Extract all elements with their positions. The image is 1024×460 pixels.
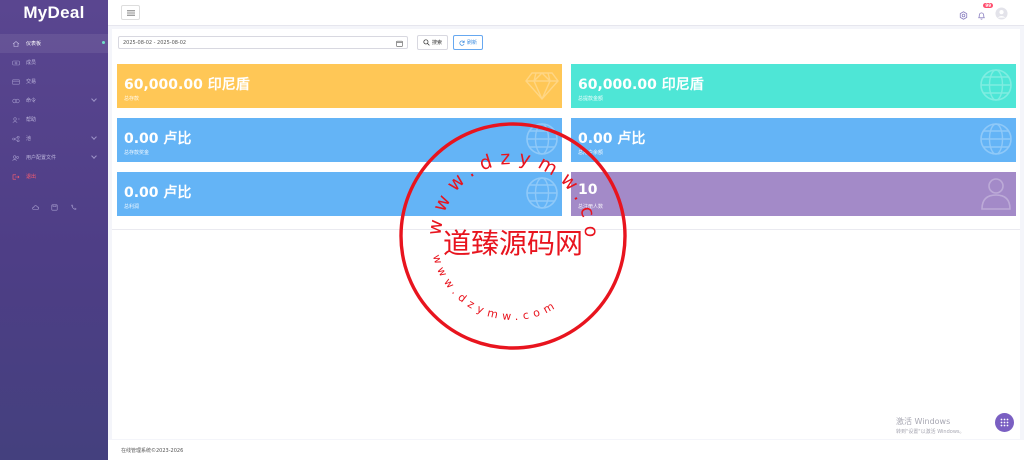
sidebar-item-label: 交易 [26, 79, 37, 85]
refresh-button[interactable]: 刷新 [453, 35, 484, 50]
floating-grid-button[interactable] [995, 413, 1014, 432]
globe-icon [980, 69, 1012, 101]
sidebar: MyDeal 仪表板 成员 交易 命令 帮助 池 用户配置文件 退出 [0, 0, 108, 460]
watermark-title: 激活 Windows [896, 417, 951, 426]
stat-label: 总存款奖金 [124, 150, 150, 156]
notification-badge: 99 [983, 3, 993, 8]
user-avatar-icon [995, 7, 1008, 20]
home-icon [12, 40, 20, 47]
sidebar-item-dashboard[interactable]: 仪表板 [0, 34, 108, 53]
sidebar-item-label: 命令 [26, 98, 37, 104]
user-icon [981, 178, 1011, 210]
settings-button[interactable] [959, 5, 968, 24]
stat-label: 总提款金额 [578, 96, 604, 102]
stat-card-total-deposit: 60,000.00 印尼盾 总存款 [117, 64, 562, 108]
stat-label: 总存款 [124, 96, 140, 102]
stat-card-user-balance: 0.00 卢比 总用户余额 [571, 118, 1016, 162]
bell-icon [978, 12, 985, 20]
layers-icon [12, 98, 20, 103]
chevron-down-icon [91, 96, 97, 102]
search-button-label: 搜索 [432, 40, 443, 46]
footer: 在线管理系统©2023-2026 [108, 440, 1024, 460]
sidebar-menu: 仪表板 成员 交易 命令 帮助 池 用户配置文件 退出 [0, 34, 108, 186]
stamp-ring-bottom: www.dzymw.com [430, 253, 561, 323]
date-range-value: 2025-08-02 - 2025-08-02 [123, 39, 187, 46]
menu-toggle-button[interactable] [121, 5, 140, 20]
avatar[interactable] [995, 5, 1008, 24]
profile-icon [12, 154, 19, 161]
save-icon[interactable] [51, 196, 58, 211]
chevron-down-icon [91, 134, 97, 140]
watermark-stamp: www.dzymw.com 道臻源码网 www.dzymw.com [397, 120, 627, 350]
person-icon [12, 116, 20, 123]
sidebar-item-label: 退出 [26, 174, 37, 180]
stat-card-total-withdrawal: 60,000.00 印尼盾 总提款金额 [571, 64, 1016, 108]
topbar-icons: 99 [959, 3, 1008, 24]
gear-icon [959, 11, 968, 20]
refresh-button-label: 刷新 [467, 40, 478, 46]
stat-value: 60,000.00 印尼盾 [124, 77, 250, 93]
diamond-icon [525, 72, 559, 101]
hamburger-icon [126, 9, 135, 16]
sidebar-item-label: 帮助 [26, 117, 37, 123]
filter-bar: 2025-08-02 - 2025-08-02 搜索 刷新 [118, 35, 484, 50]
sidebar-item-orders[interactable]: 命令 [0, 91, 108, 110]
stamp-main-text: 道臻源码网 [443, 227, 583, 260]
watermark-subtitle: 转到"设置"以激活 Windows。 [896, 429, 965, 435]
chevron-down-icon [91, 153, 97, 159]
share-icon [12, 135, 20, 142]
footer-copyright: 在线管理系统©2023-2026 [121, 448, 184, 454]
cloud-icon[interactable] [31, 196, 39, 210]
search-button[interactable]: 搜索 [417, 35, 449, 50]
stat-value: 0.00 卢比 [124, 131, 192, 147]
sidebar-tools [0, 196, 108, 211]
date-range-input[interactable]: 2025-08-02 - 2025-08-02 [118, 36, 408, 49]
stat-label: 总利润 [124, 204, 140, 210]
topbar: 99 [108, 0, 1024, 26]
notifications-button[interactable]: 99 [977, 3, 993, 24]
sidebar-item-members[interactable]: 成员 [0, 53, 108, 72]
users-icon [12, 60, 20, 65]
sidebar-item-label: 用户配置文件 [26, 155, 57, 161]
sidebar-item-user-profile[interactable]: 用户配置文件 [0, 148, 108, 167]
card-icon [12, 79, 20, 85]
calendar-icon [396, 40, 403, 47]
active-indicator [102, 41, 105, 44]
phone-icon[interactable] [70, 196, 77, 210]
sidebar-item-label: 仪表板 [26, 41, 42, 47]
globe-icon [980, 123, 1012, 155]
grid-dots-icon [1000, 418, 1009, 427]
sidebar-item-pool[interactable]: 池 [0, 129, 108, 148]
sidebar-item-logout[interactable]: 退出 [0, 167, 108, 186]
windows-activation-watermark: 激活 Windows 转到"设置"以激活 Windows。 [896, 416, 965, 435]
sidebar-item-label: 成员 [26, 60, 37, 66]
stat-value: 0.00 卢比 [124, 185, 192, 201]
stat-card-total-registrations: 10 总注册人数 [571, 172, 1016, 216]
sidebar-item-help[interactable]: 帮助 [0, 110, 108, 129]
sidebar-item-label: 池 [26, 136, 32, 142]
stat-value: 60,000.00 印尼盾 [578, 77, 704, 93]
refresh-icon [459, 40, 465, 46]
brand-logo[interactable]: MyDeal [0, 0, 108, 25]
sidebar-item-transactions[interactable]: 交易 [0, 72, 108, 91]
logout-icon [12, 174, 20, 179]
search-icon [423, 39, 430, 46]
